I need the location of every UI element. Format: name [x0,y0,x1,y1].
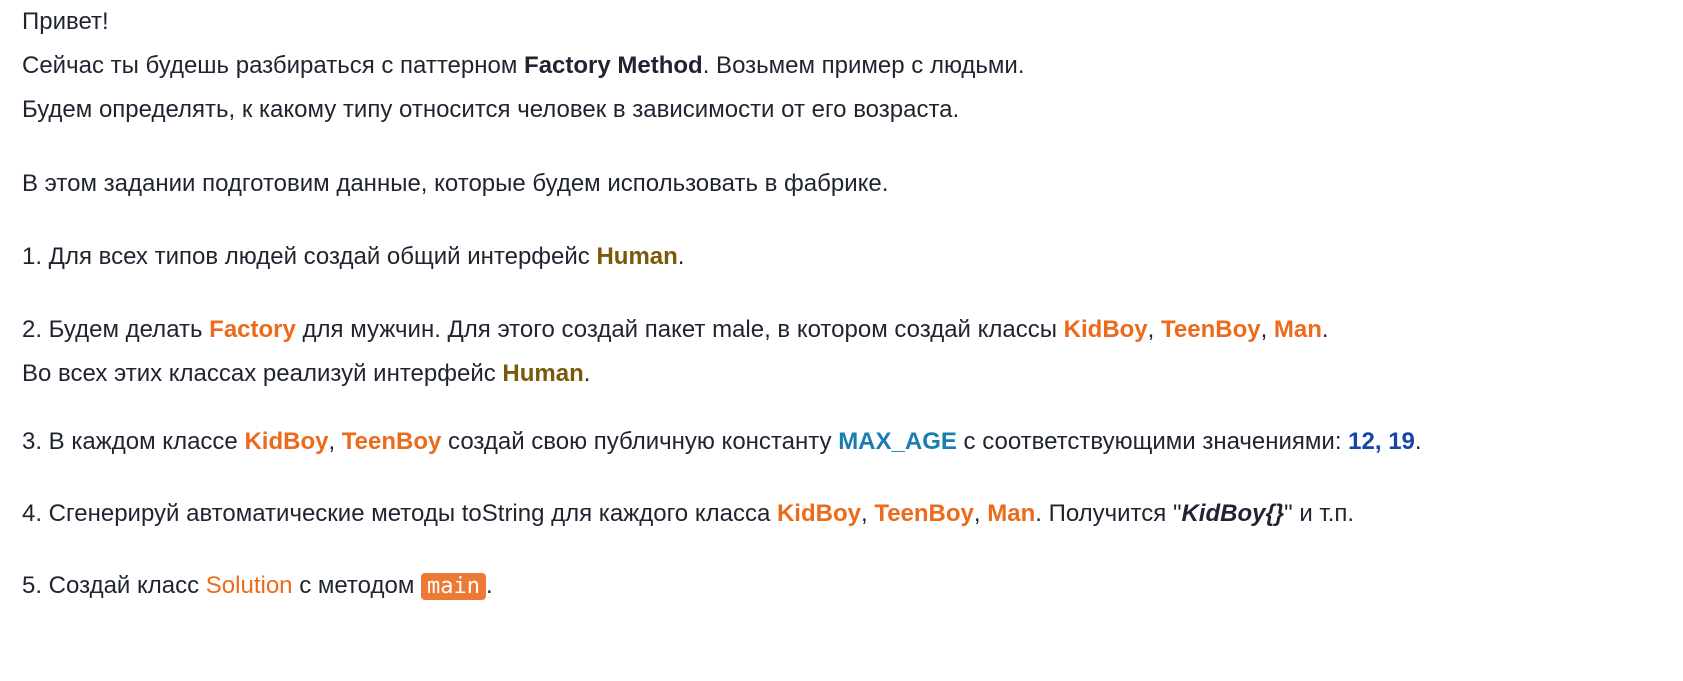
text: 2. Будем делать [22,316,210,343]
step-2: 2. Будем делать Factory для мужчин. Для … [22,315,1329,345]
text: Сейчас ты будешь разбираться с паттерном [22,52,525,79]
step-5: 5. Создай класс Solution с методом main. [22,571,493,602]
text: . [583,360,591,387]
separator: , [328,428,342,455]
text: для мужчин. Для этого создай пакет male,… [295,316,1064,343]
text: 1. Для всех типов людей создай общий инт… [22,243,597,270]
factory-keyword: Factory [209,316,296,343]
class-name: KidBoy [244,428,329,455]
text: . [1321,316,1329,343]
intro-line: Сейчас ты будешь разбираться с паттерном… [22,51,1025,81]
step-1: 1. Для всех типов людей создай общий инт… [22,242,684,272]
text: с методом [292,572,421,599]
separator: , [1147,316,1161,343]
step-3: 3. В каждом классе KidBoy, TeenBoy созда… [22,427,1422,457]
greeting: Привет! [22,8,109,35]
text: . Получится " [1035,500,1182,527]
class-name: KidBoy [1063,316,1148,343]
interface-name: Human [502,360,584,387]
class-name: KidBoy [776,500,861,527]
class-name: TeenBoy [1161,316,1261,343]
class-name: TeenBoy [341,428,442,455]
tostring-example: KidBoy{} [1181,500,1285,527]
text: . [485,572,493,599]
intro-line-2: Будем определять, к какому типу относитс… [22,96,960,123]
text: " и т.п. [1284,500,1355,527]
separator: , [1260,316,1274,343]
constant-name: MAX_AGE [838,428,957,455]
text: 3. В каждом классе [22,428,245,455]
text: Во всех этих классах реализуй интерфейс [22,360,503,387]
text: . Возьмем пример с людьми. [702,52,1025,79]
separator: , [973,500,988,527]
text: 4. Сгенерируй автоматические методы toSt… [22,500,777,527]
pattern-name: Factory Method [524,52,703,79]
class-name: Man [987,500,1036,527]
interface-name: Human [596,243,678,270]
separator: , [860,500,875,527]
text: . [677,243,685,270]
inline-code: main [420,573,486,600]
constant-values: 12, 19 [1348,428,1415,455]
step-2-continued: Во всех этих классах реализуй интерфейс … [22,359,590,389]
class-name: Solution [205,572,293,599]
text: создай свою публичную константу [441,428,839,455]
class-name: Man [1273,316,1322,343]
step-4: 4. Сгенерируй автоматические методы toSt… [22,499,1354,529]
intro-line-3: В этом задании подготовим данные, которы… [22,170,889,197]
text: . [1414,428,1422,455]
class-name: TeenBoy [874,500,974,527]
text: 5. Создай класс [22,572,206,599]
text: с соответствующими значениями: [956,428,1349,455]
